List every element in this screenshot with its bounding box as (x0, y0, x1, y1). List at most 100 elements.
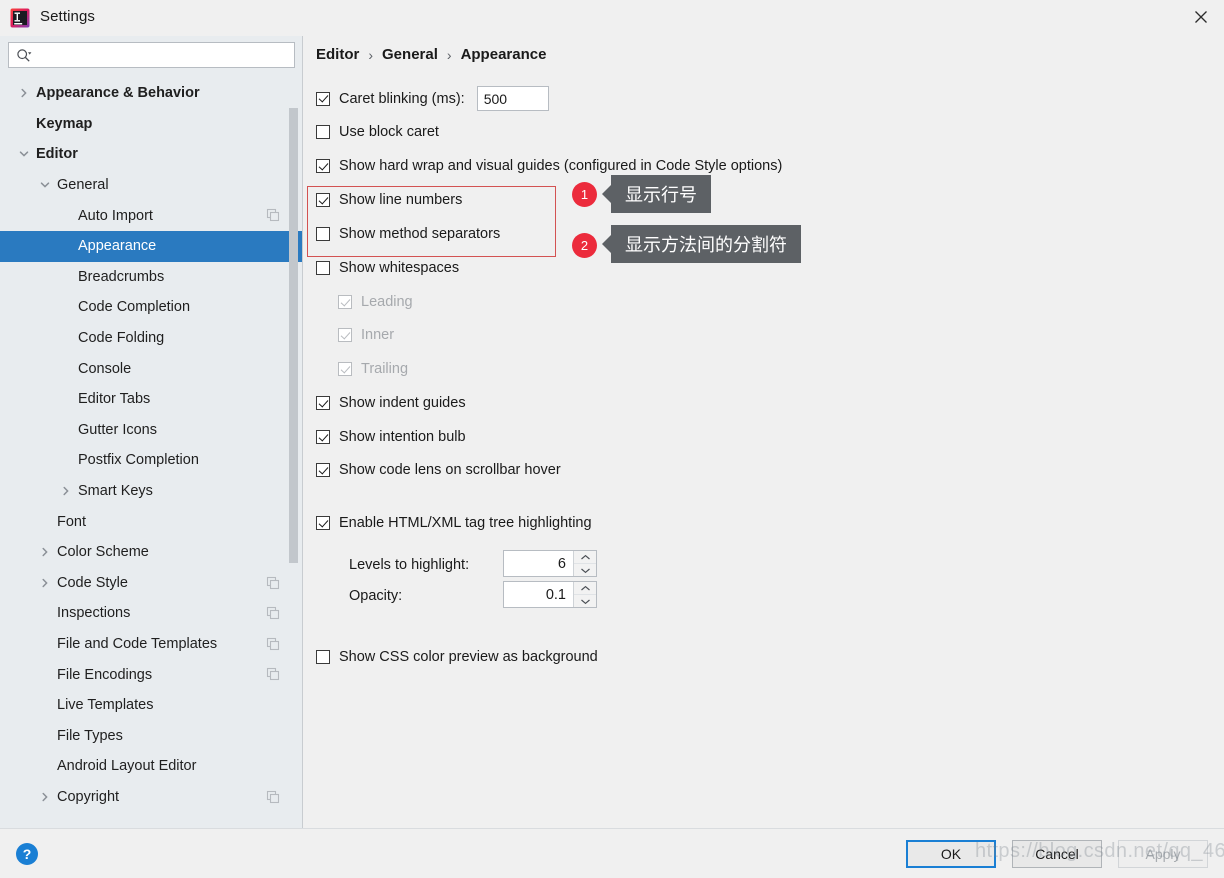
ok-button[interactable]: OK (906, 840, 996, 868)
caret-blinking-input[interactable] (476, 86, 549, 111)
copy-settings-icon[interactable] (266, 576, 280, 590)
sidebar-item-label: File and Code Templates (57, 635, 218, 652)
breadcrumb-item-editor[interactable]: Editor (316, 46, 359, 63)
levels-to-highlight-stepper[interactable]: 6 (503, 550, 597, 577)
apply-button[interactable]: Apply (1118, 840, 1208, 868)
trailing-row: Trailing (338, 361, 408, 377)
enable-html-xml-checkbox[interactable] (316, 516, 330, 530)
sidebar-item-postfix-completion[interactable]: Postfix Completion (0, 445, 302, 476)
show-code-lens-checkbox[interactable] (316, 463, 330, 477)
show-css-color-checkbox[interactable] (316, 650, 330, 664)
search-input[interactable] (37, 46, 291, 66)
dialog-footer: ? OK Cancel Apply (0, 828, 1224, 878)
show-indent-guides-label: Show indent guides (339, 395, 466, 411)
inner-label: Inner (361, 327, 395, 343)
opacity-value[interactable]: 0.1 (504, 582, 573, 607)
copy-settings-icon[interactable] (266, 208, 280, 222)
levels-to-highlight-label: Levels to highlight: (349, 557, 470, 573)
show-whitespaces-checkbox[interactable] (316, 261, 330, 275)
sidebar-item-label: Live Templates (57, 697, 154, 714)
breadcrumb-item-general[interactable]: General (382, 46, 438, 63)
sidebar-item-breadcrumbs[interactable]: Breadcrumbs (0, 262, 302, 293)
sidebar-item-label: Code Style (57, 574, 128, 591)
sidebar-item-editor[interactable]: Editor (0, 139, 302, 170)
sidebar-item-appearance[interactable]: Appearance (0, 230, 302, 262)
show-line-numbers-checkbox[interactable] (316, 193, 330, 207)
levels-decrement-icon[interactable] (574, 564, 596, 576)
chevron-down-icon[interactable] (17, 147, 31, 161)
opacity-decrement-icon[interactable] (574, 595, 596, 607)
sidebar-item-label: Code Completion (78, 299, 191, 316)
sidebar-item-editor-tabs[interactable]: Editor Tabs (0, 384, 302, 415)
sidebar-item-gutter-icons[interactable]: Gutter Icons (0, 415, 302, 446)
sidebar-scrollbar-thumb[interactable] (289, 108, 298, 563)
show-method-separators-row: Show method separators (316, 226, 500, 242)
sidebar-item-code-style[interactable]: Code Style (0, 568, 302, 599)
trailing-checkbox[interactable] (338, 362, 352, 376)
use-block-caret-label: Use block caret (339, 124, 439, 140)
sidebar-item-auto-import[interactable]: Auto Import (0, 200, 302, 231)
sidebar-item-keymap[interactable]: Keymap (0, 109, 302, 140)
inner-row: Inner (338, 327, 394, 343)
sidebar-item-font[interactable]: Font (0, 506, 302, 537)
leading-checkbox[interactable] (338, 295, 352, 309)
sidebar-item-label: General (57, 177, 109, 194)
show-indent-guides-checkbox[interactable] (316, 396, 330, 410)
show-code-lens-label: Show code lens on scrollbar hover (339, 462, 561, 478)
help-icon[interactable]: ? (16, 843, 38, 865)
show-method-separators-checkbox[interactable] (316, 227, 330, 241)
show-hard-wrap-checkbox[interactable] (316, 159, 330, 173)
copy-settings-icon[interactable] (266, 637, 280, 651)
show-indent-guides-row: Show indent guides (316, 395, 466, 411)
levels-to-highlight-value[interactable]: 6 (504, 551, 573, 576)
sidebar-item-label: Postfix Completion (78, 452, 199, 469)
chevron-right-icon[interactable] (38, 790, 52, 804)
show-intention-bulb-row: Show intention bulb (316, 429, 466, 445)
sidebar-item-label: Auto Import (78, 207, 153, 224)
breadcrumb-item-appearance[interactable]: Appearance (461, 46, 547, 63)
sidebar-item-appearance-behavior[interactable]: Appearance & Behavior (0, 78, 302, 109)
copy-settings-icon[interactable] (266, 606, 280, 620)
show-hard-wrap-label: Show hard wrap and visual guides (config… (339, 158, 783, 174)
show-intention-bulb-checkbox[interactable] (316, 430, 330, 444)
copy-settings-icon[interactable] (266, 790, 280, 804)
sidebar-item-label: File Types (57, 727, 123, 744)
sidebar-item-android-layout-editor[interactable]: Android Layout Editor (0, 751, 302, 782)
cancel-button[interactable]: Cancel (1012, 840, 1102, 868)
sidebar-item-code-completion[interactable]: Code Completion (0, 292, 302, 323)
opacity-increment-icon[interactable] (574, 582, 596, 595)
sidebar-item-color-scheme[interactable]: Color Scheme (0, 537, 302, 568)
settings-tree: Appearance & Behavior Keymap Editor General… (0, 78, 302, 827)
caret-blinking-checkbox[interactable] (316, 91, 330, 106)
sidebar-item-file-and-code-templates[interactable]: File and Code Templates (0, 629, 302, 660)
intellij-idea-icon (10, 8, 30, 28)
sidebar-item-copyright[interactable]: Copyright (0, 782, 302, 813)
chevron-down-icon[interactable] (38, 178, 52, 192)
chevron-right-icon[interactable] (59, 484, 73, 498)
sidebar-item-smart-keys[interactable]: Smart Keys (0, 476, 302, 507)
sidebar-item-general[interactable]: General (0, 170, 302, 201)
sidebar-item-label: Smart Keys (78, 483, 153, 500)
opacity-stepper[interactable]: 0.1 (503, 581, 597, 608)
sidebar-item-file-types[interactable]: File Types (0, 720, 302, 751)
sidebar-item-label: Appearance (78, 238, 157, 255)
breadcrumb-separator-icon: › (368, 46, 374, 63)
chevron-right-icon[interactable] (17, 86, 31, 100)
inner-checkbox[interactable] (338, 328, 352, 342)
sidebar-item-code-folding[interactable]: Code Folding (0, 323, 302, 354)
annotation-badge-2: 2 (572, 233, 597, 258)
sidebar-item-file-encodings[interactable]: File Encodings (0, 659, 302, 690)
close-icon[interactable] (1178, 0, 1224, 34)
use-block-caret-checkbox[interactable] (316, 125, 330, 139)
sidebar-item-label: Editor (36, 146, 78, 163)
chevron-right-icon[interactable] (38, 576, 52, 590)
levels-increment-icon[interactable] (574, 551, 596, 564)
sidebar-item-inspections[interactable]: Inspections (0, 598, 302, 629)
sidebar-item-live-templates[interactable]: Live Templates (0, 690, 302, 721)
search-box[interactable] (8, 42, 295, 68)
sidebar-item-label: Code Folding (78, 330, 165, 347)
sidebar-item-console[interactable]: Console (0, 353, 302, 384)
chevron-right-icon[interactable] (38, 545, 52, 559)
show-code-lens-row: Show code lens on scrollbar hover (316, 462, 561, 478)
copy-settings-icon[interactable] (266, 667, 280, 681)
